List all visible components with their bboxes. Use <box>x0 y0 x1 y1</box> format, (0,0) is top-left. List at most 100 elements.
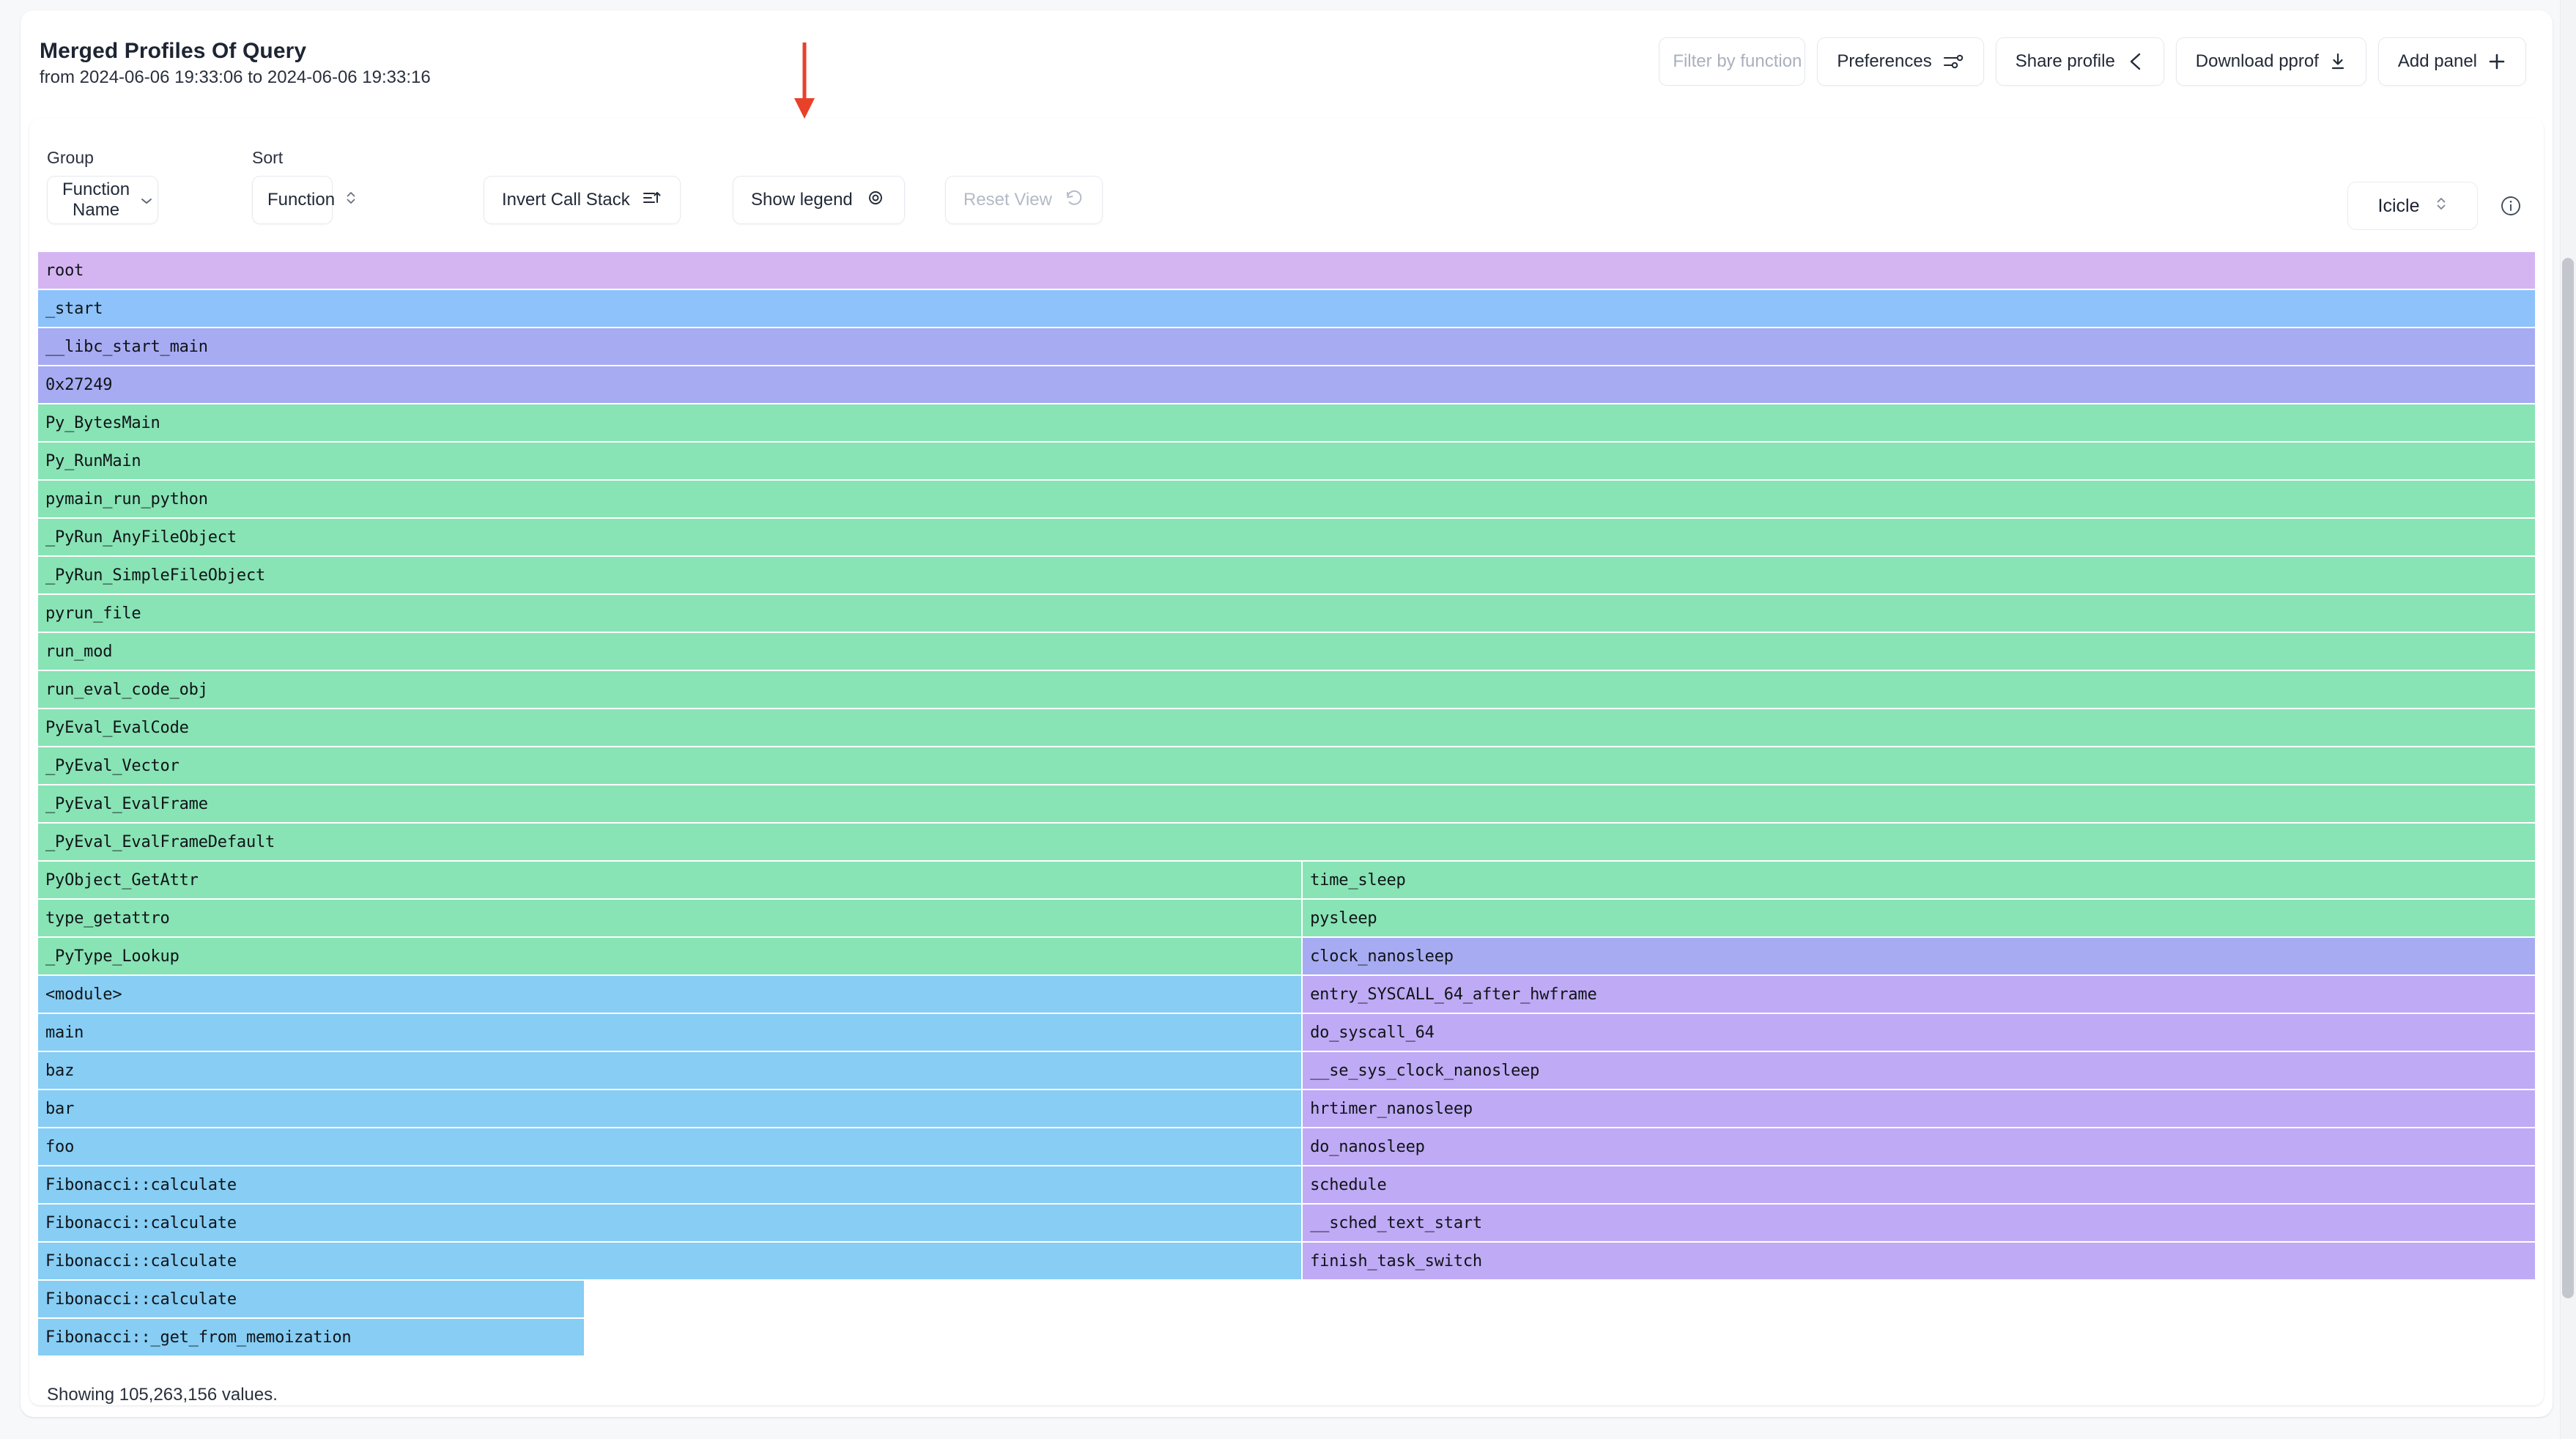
flamegraph-node[interactable]: Py_RunMain <box>38 443 2535 479</box>
preferences-button[interactable]: Preferences <box>1817 37 1984 86</box>
flamegraph-row: Fibonacci::calculate schedule <box>38 1166 2535 1205</box>
flamegraph-node[interactable]: Py_BytesMain <box>38 404 2535 441</box>
flamegraph-node-label: 0x27249 <box>45 375 113 394</box>
sliders-icon <box>1942 51 1964 72</box>
flamegraph-node[interactable]: hrtimer_nanosleep <box>1303 1090 2535 1127</box>
flamegraph-node[interactable]: do_nanosleep <box>1303 1128 2535 1165</box>
flamegraph-node[interactable]: Fibonacci::calculate <box>38 1205 1302 1241</box>
flamegraph-node[interactable]: run_mod <box>38 633 2535 670</box>
flamegraph-node[interactable]: _PyEval_EvalFrame <box>38 785 2535 822</box>
flamegraph-node[interactable]: <module> <box>38 976 1302 1013</box>
invert-call-stack-label: Invert Call Stack <box>502 190 630 210</box>
flamegraph-node[interactable]: finish_task_switch <box>1303 1243 2535 1279</box>
add-panel-label: Add panel <box>2397 51 2477 71</box>
flamegraph-node[interactable]: schedule <box>1303 1166 2535 1203</box>
flamegraph-node[interactable]: entry_SYSCALL_64_after_hwframe <box>1303 976 2535 1013</box>
flamegraph-node[interactable]: __libc_start_main <box>38 328 2535 365</box>
page-title: Merged Profiles Of Query <box>40 39 307 63</box>
flamegraph-node-label: __sched_text_start <box>1310 1213 1482 1232</box>
flamegraph-node[interactable]: pymain_run_python <box>38 481 2535 517</box>
chevron-updown-icon <box>345 188 357 212</box>
page-scrollbar-thumb[interactable] <box>2562 258 2574 1298</box>
flamegraph-node-label: foo <box>45 1137 75 1156</box>
flamegraph-row: PyObject_GetAttr time_sleep <box>38 862 2535 900</box>
preferences-label: Preferences <box>1837 51 1932 71</box>
flamegraph-node[interactable]: main <box>38 1014 1302 1051</box>
view-type-select[interactable]: Icicle <box>2347 182 2478 230</box>
flamegraph-node[interactable]: bar <box>38 1090 1302 1127</box>
flamegraph-node[interactable]: _PyRun_AnyFileObject <box>38 519 2535 555</box>
filter-function-input[interactable] <box>1659 38 1805 85</box>
flamegraph-node[interactable]: root <box>38 252 2535 289</box>
flamegraph-node-label: _PyEval_EvalFrame <box>45 794 208 813</box>
share-profile-button[interactable]: Share profile <box>1995 37 2164 86</box>
flamegraph-node[interactable]: pysleep <box>1303 900 2535 936</box>
flamegraph-node[interactable]: _PyEval_Vector <box>38 747 2535 784</box>
flamegraph-node[interactable]: PyObject_GetAttr <box>38 862 1302 898</box>
flamegraph-node-label: do_syscall_64 <box>1310 1023 1435 1042</box>
flamegraph[interactable]: root _start __libc_start_main 0x27249 Py_Byt… <box>38 252 2535 1380</box>
reset-view-button[interactable]: Reset View <box>945 176 1103 224</box>
flamegraph-node[interactable]: Fibonacci::_get_from_memoization <box>38 1319 584 1355</box>
reset-view-label: Reset View <box>963 190 1052 210</box>
panel-header: Merged Profiles Of Query from 2024-06-06… <box>21 10 2553 119</box>
info-circle-icon[interactable] <box>2498 193 2523 218</box>
flamegraph-card: Group Function Name Sort Function Invert… <box>29 119 2544 1405</box>
group-label: Group <box>47 148 94 167</box>
add-panel-button[interactable]: Add panel <box>2377 37 2526 86</box>
view-type-value: Icicle <box>2377 195 2420 216</box>
flamegraph-node[interactable]: __sched_text_start <box>1303 1205 2535 1241</box>
flamegraph-node-label: PyEval_EvalCode <box>45 718 189 737</box>
sort-label: Sort <box>252 148 284 167</box>
flamegraph-node[interactable]: PyEval_EvalCode <box>38 709 2535 746</box>
flamegraph-node[interactable]: time_sleep <box>1303 862 2535 898</box>
flamegraph-row: _PyEval_Vector <box>38 747 2535 785</box>
page-scrollbar-track[interactable] <box>2560 0 2576 1439</box>
plus-icon <box>2487 52 2506 71</box>
flamegraph-node[interactable]: 0x27249 <box>38 366 2535 403</box>
flamegraph-node[interactable]: __se_sys_clock_nanosleep <box>1303 1052 2535 1089</box>
flamegraph-row: __libc_start_main <box>38 328 2535 366</box>
share-icon <box>2125 51 2144 72</box>
flamegraph-node[interactable]: Fibonacci::calculate <box>38 1166 1302 1203</box>
flamegraph-node[interactable]: _PyEval_EvalFrameDefault <box>38 824 2535 860</box>
group-by-select[interactable]: Function Name <box>47 176 158 224</box>
flamegraph-node[interactable]: baz <box>38 1052 1302 1089</box>
sort-by-select[interactable]: Function <box>252 176 355 224</box>
flamegraph-node-label: do_nanosleep <box>1310 1137 1425 1156</box>
flamegraph-node[interactable]: _PyRun_SimpleFileObject <box>38 557 2535 593</box>
flamegraph-node[interactable]: clock_nanosleep <box>1303 938 2535 974</box>
flamegraph-node[interactable]: _PyType_Lookup <box>38 938 1302 974</box>
flamegraph-node-label: time_sleep <box>1310 870 1406 889</box>
flamegraph-row: root <box>38 252 2535 290</box>
flamegraph-node[interactable]: Fibonacci::calculate <box>38 1243 1302 1279</box>
flamegraph-node-label: finish_task_switch <box>1310 1251 1482 1270</box>
show-legend-button[interactable]: Show legend <box>733 176 905 224</box>
reset-icon <box>1064 188 1084 213</box>
flamegraph-node[interactable]: _start <box>38 290 2535 327</box>
download-pprof-button[interactable]: Download pprof <box>2175 37 2366 86</box>
time-range-subtitle: from 2024-06-06 19:33:06 to 2024-06-06 1… <box>40 67 431 87</box>
flamegraph-node[interactable]: Fibonacci::calculate <box>38 1281 584 1317</box>
flamegraph-row: run_mod <box>38 633 2535 671</box>
flamegraph-node-label: pyrun_file <box>45 604 141 623</box>
flamegraph-node-label: pysleep <box>1310 909 1377 928</box>
flamegraph-node[interactable]: foo <box>38 1128 1302 1165</box>
flamegraph-row: baz __se_sys_clock_nanosleep <box>38 1052 2535 1090</box>
flamegraph-node[interactable]: pyrun_file <box>38 595 2535 632</box>
flamegraph-node-label: _start <box>45 299 103 318</box>
flamegraph-row: Fibonacci::calculate finish_task_switch <box>38 1243 2535 1281</box>
flamegraph-node-label: bar <box>45 1099 75 1118</box>
flamegraph-row: pymain_run_python <box>38 481 2535 519</box>
flamegraph-node[interactable]: run_eval_code_obj <box>38 671 2535 708</box>
flamegraph-row: Py_RunMain <box>38 443 2535 481</box>
flamegraph-node[interactable]: do_syscall_64 <box>1303 1014 2535 1051</box>
flamegraph-node-label: _PyRun_AnyFileObject <box>45 528 237 547</box>
flamegraph-node-label: _PyEval_EvalFrameDefault <box>45 832 275 851</box>
flamegraph-node-label: Py_BytesMain <box>45 413 160 432</box>
invert-call-stack-button[interactable]: Invert Call Stack <box>484 176 681 224</box>
flamegraph-node[interactable]: type_getattro <box>38 900 1302 936</box>
sort-control: Sort Function <box>252 148 355 224</box>
flamegraph-node-label: <module> <box>45 985 122 1004</box>
flamegraph-node-label: Fibonacci::_get_from_memoization <box>45 1328 352 1347</box>
